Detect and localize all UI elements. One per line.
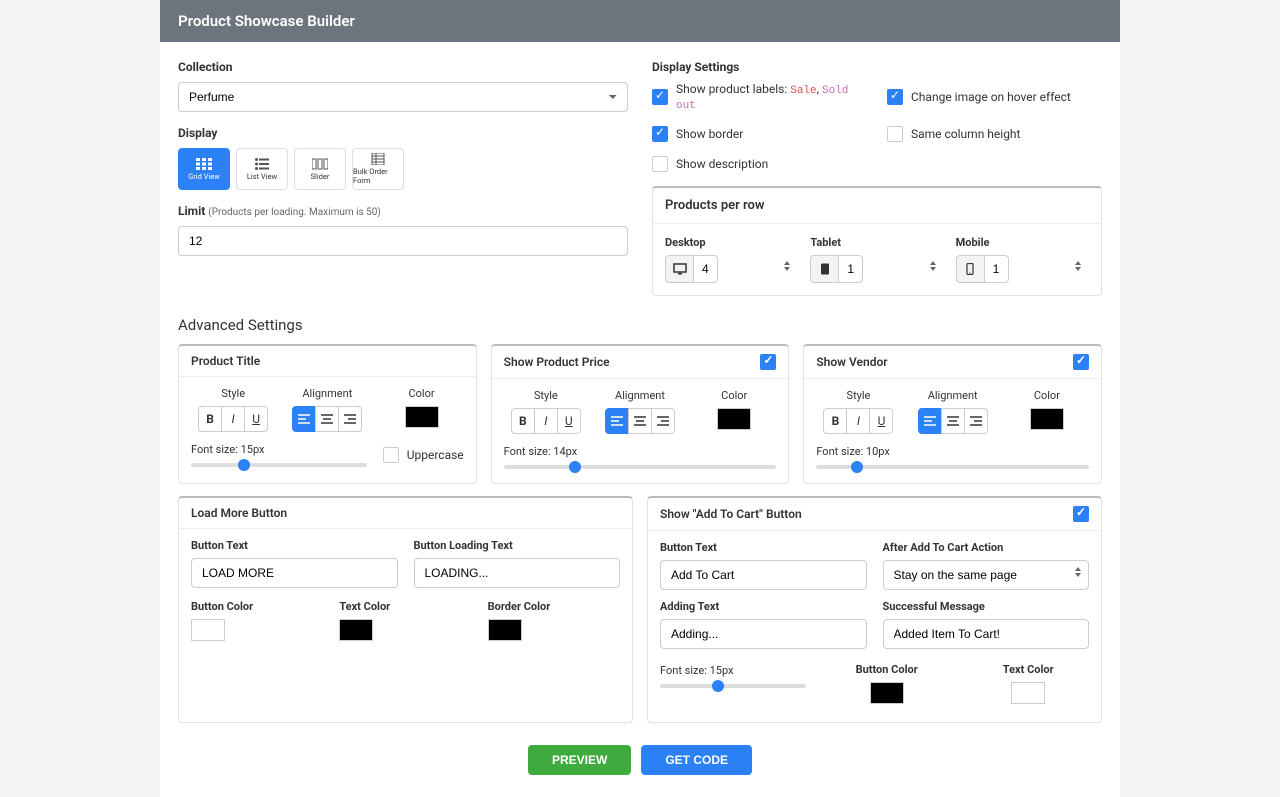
load-more-header: Load More Button: [191, 506, 287, 520]
get-code-button[interactable]: GET CODE: [641, 745, 752, 775]
product-title-align: [292, 406, 362, 432]
same-height-text: Same column height: [911, 127, 1020, 141]
product-title-color[interactable]: [405, 406, 439, 428]
loadmore-border-color[interactable]: [488, 619, 522, 641]
products-per-row-header: Products per row: [653, 188, 1101, 224]
loadmore-button-color[interactable]: [191, 619, 225, 641]
display-options: Grid View List View Slider: [178, 148, 628, 190]
align-center-button[interactable]: [315, 406, 339, 432]
show-description-text: Show description: [676, 157, 768, 171]
bold-button[interactable]: B: [823, 408, 847, 434]
desktop-icon: [665, 255, 693, 283]
desktop-label: Desktop: [665, 236, 798, 249]
atc-button-text[interactable]: [660, 560, 867, 590]
collection-label: Collection: [178, 60, 628, 74]
load-more-card: Load More Button Button Text Button Load…: [178, 496, 633, 723]
limit-label: Limit (Products per loading. Maximum is …: [178, 204, 628, 218]
price-color[interactable]: [717, 408, 751, 430]
display-bulk-order[interactable]: Bulk Order Form: [352, 148, 404, 190]
atc-success-text[interactable]: [883, 619, 1090, 649]
preview-button[interactable]: PREVIEW: [528, 745, 631, 775]
mobile-icon: [956, 255, 984, 283]
show-border-checkbox[interactable]: [652, 126, 668, 142]
add-to-cart-header: Show "Add To Cart" Button: [660, 507, 802, 521]
grid-icon: [196, 158, 212, 170]
atc-slider[interactable]: [660, 684, 806, 688]
bold-button[interactable]: B: [511, 408, 535, 434]
products-per-row-card: Products per row Desktop 4 T: [652, 186, 1102, 296]
display-settings-label: Display Settings: [652, 60, 1102, 74]
align-right-button[interactable]: [651, 408, 675, 434]
atc-text-color[interactable]: [1011, 682, 1045, 704]
align-left-button[interactable]: [918, 408, 942, 434]
add-to-cart-card: Show "Add To Cart" Button Button Text Af…: [647, 496, 1102, 723]
change-image-text: Change image on hover effect: [911, 90, 1071, 104]
advanced-settings-title: Advanced Settings: [178, 316, 1102, 334]
display-list-view[interactable]: List View: [236, 148, 288, 190]
atc-fontsize: Font size: 15px: [660, 664, 734, 677]
show-description-checkbox[interactable]: [652, 156, 668, 172]
align-left-button[interactable]: [292, 406, 316, 432]
atc-after-action[interactable]: Stay on the same page: [883, 560, 1090, 590]
limit-hint: (Products per loading. Maximum is 50): [208, 207, 381, 218]
show-vendor-checkbox[interactable]: [1073, 354, 1089, 370]
load-more-text-input[interactable]: [191, 558, 398, 588]
same-height-checkbox[interactable]: [887, 126, 903, 142]
show-labels-checkbox[interactable]: [652, 89, 668, 105]
product-title-header: Product Title: [191, 354, 260, 368]
show-price-checkbox[interactable]: [760, 354, 776, 370]
price-fontsize: Font size: 14px: [504, 445, 578, 458]
uppercase-checkbox[interactable]: [383, 447, 399, 463]
slider-icon: [312, 158, 328, 170]
display-label: Display: [178, 126, 628, 140]
underline-button[interactable]: U: [557, 408, 581, 434]
show-vendor-card: Show Vendor Style BIU Alignment: [803, 344, 1102, 484]
loading-text-input[interactable]: [414, 558, 621, 588]
uppercase-label: Uppercase: [407, 448, 464, 462]
show-price-card: Show Product Price Style BIU Alignment: [491, 344, 790, 484]
align-center-button[interactable]: [941, 408, 965, 434]
display-slider[interactable]: Slider: [294, 148, 346, 190]
product-title-fontsize: Font size: 15px: [191, 443, 265, 456]
product-title-style: B I U: [198, 406, 268, 432]
atc-adding-text[interactable]: [660, 619, 867, 649]
tablet-select[interactable]: 1: [838, 255, 863, 283]
display-grid-view[interactable]: Grid View: [178, 148, 230, 190]
mobile-select[interactable]: 1: [984, 255, 1009, 283]
vendor-fontsize: Font size: 10px: [816, 445, 890, 458]
tablet-icon: [810, 255, 838, 283]
page-title: Product Showcase Builder: [160, 0, 1120, 42]
list-icon: [255, 158, 269, 170]
change-image-checkbox[interactable]: [887, 89, 903, 105]
show-border-text: Show border: [676, 127, 743, 141]
vendor-color[interactable]: [1030, 408, 1064, 430]
price-slider[interactable]: [504, 465, 777, 469]
product-title-card: Product Title Style B I U Alignment: [178, 344, 477, 484]
add-to-cart-checkbox[interactable]: [1073, 506, 1089, 522]
show-vendor-header: Show Vendor: [816, 355, 887, 369]
vendor-slider[interactable]: [816, 465, 1089, 469]
bold-button[interactable]: B: [198, 406, 222, 432]
collection-select[interactable]: Perfume: [178, 82, 628, 112]
align-center-button[interactable]: [628, 408, 652, 434]
italic-button[interactable]: I: [846, 408, 870, 434]
align-right-button[interactable]: [338, 406, 362, 432]
italic-button[interactable]: I: [221, 406, 245, 432]
desktop-select[interactable]: 4: [693, 255, 718, 283]
align-right-button[interactable]: [964, 408, 988, 434]
show-labels-text: Show product labels: Sale, Sold out: [676, 82, 867, 112]
product-title-slider[interactable]: [191, 463, 367, 467]
tablet-label: Tablet: [810, 236, 943, 249]
atc-button-color[interactable]: [870, 682, 904, 704]
italic-button[interactable]: I: [534, 408, 558, 434]
limit-input[interactable]: [178, 226, 628, 256]
align-left-button[interactable]: [605, 408, 629, 434]
form-icon: [371, 153, 385, 165]
loadmore-text-color[interactable]: [339, 619, 373, 641]
show-price-header: Show Product Price: [504, 355, 610, 369]
underline-button[interactable]: U: [244, 406, 268, 432]
mobile-label: Mobile: [956, 236, 1089, 249]
underline-button[interactable]: U: [869, 408, 893, 434]
